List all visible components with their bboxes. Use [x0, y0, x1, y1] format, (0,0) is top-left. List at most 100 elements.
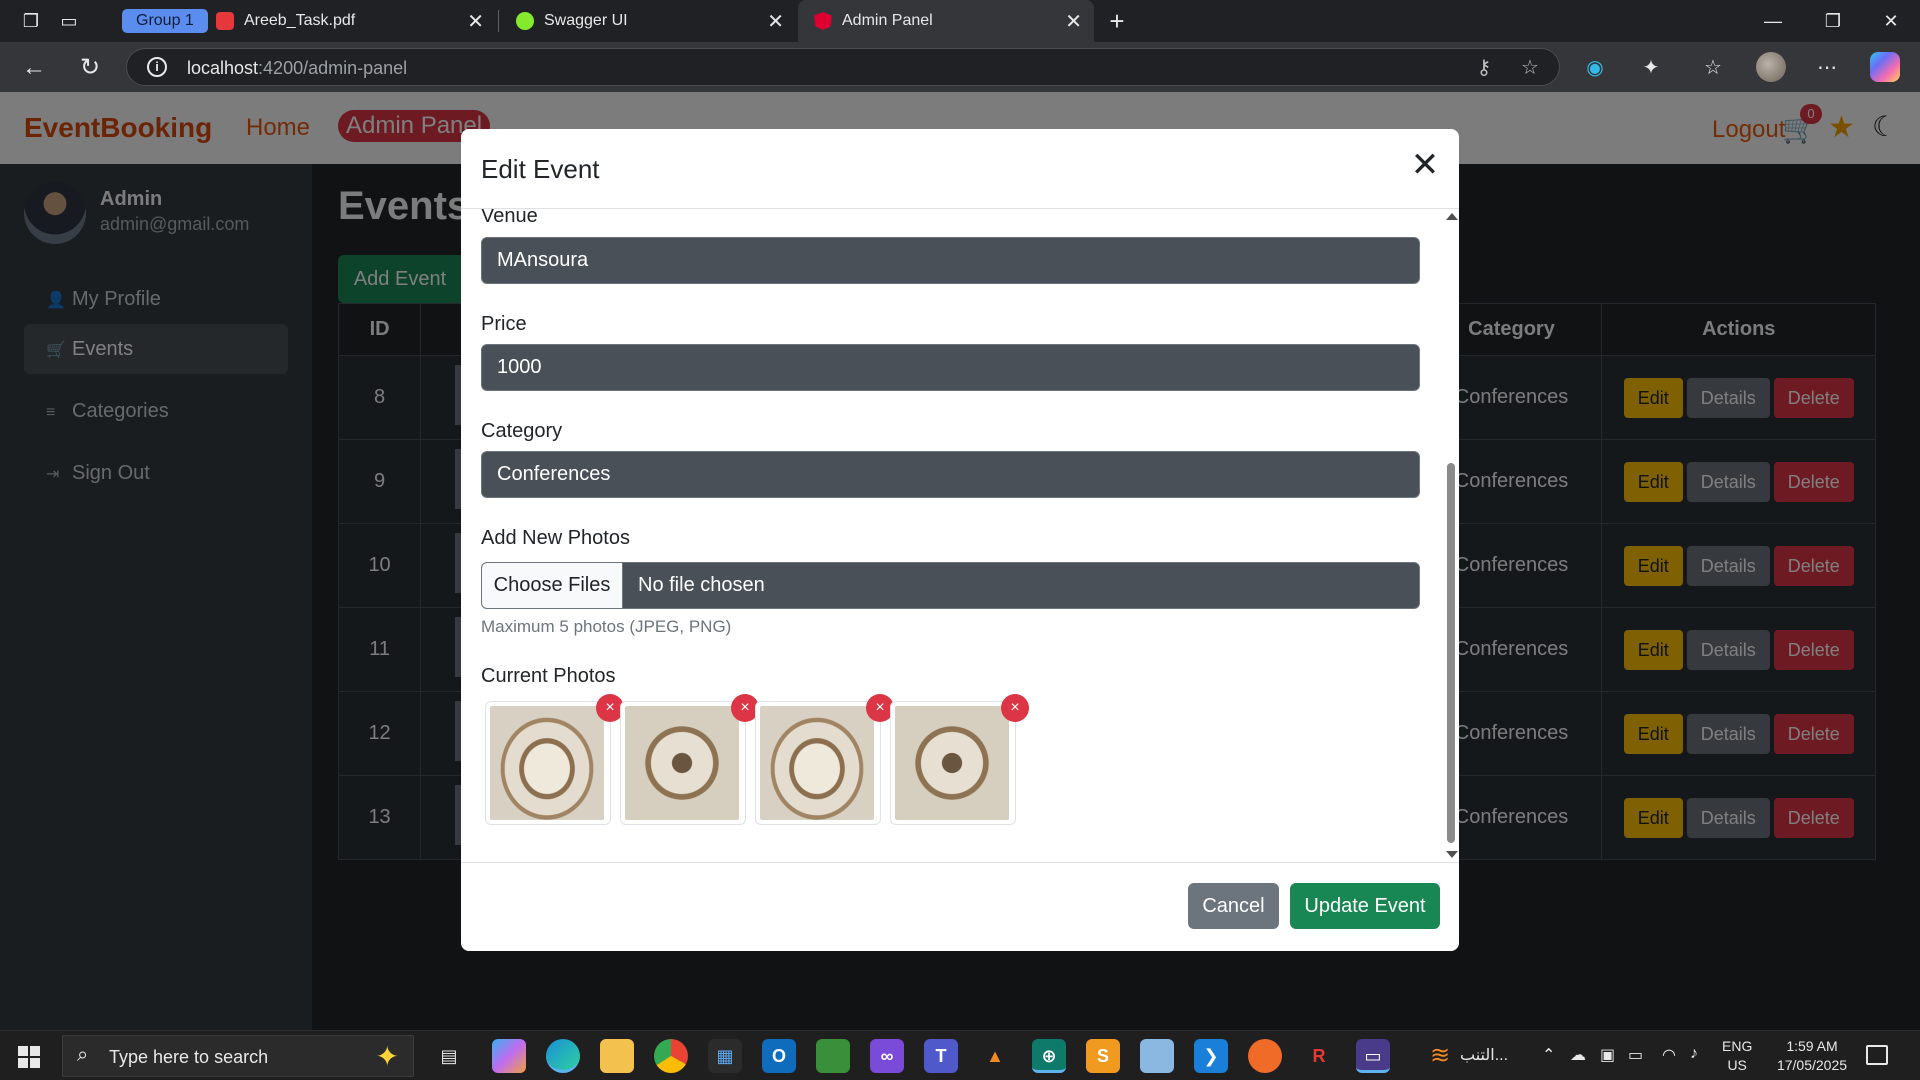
- file-explorer-icon[interactable]: [600, 1039, 634, 1073]
- choose-files-button[interactable]: Choose Files: [482, 563, 623, 608]
- wifi-icon[interactable]: ◠: [1662, 1045, 1676, 1065]
- search-placeholder: Type here to search: [109, 1047, 269, 1067]
- extension-icon[interactable]: ◉: [1580, 53, 1610, 83]
- scroll-thumb[interactable]: [1447, 463, 1455, 843]
- minimize-icon[interactable]: —: [1758, 8, 1788, 34]
- restore-icon[interactable]: ❐: [1818, 8, 1848, 34]
- windows-taskbar: ⌕ Type here to search ✦ ▤ ▦ O ∞ T ▲ ⊕ S …: [0, 1030, 1920, 1080]
- postman-icon[interactable]: [1248, 1039, 1282, 1073]
- close-icon[interactable]: ✕: [1407, 147, 1443, 183]
- tab-swagger-ui[interactable]: Swagger UI ✕: [500, 0, 796, 42]
- weather-text[interactable]: التنب...: [1460, 1045, 1508, 1065]
- modal-body: Venue MAnsoura Price 1000 Category Confe…: [461, 209, 1459, 862]
- copilot-app-icon[interactable]: [492, 1039, 526, 1073]
- current-photo: ×: [620, 694, 759, 825]
- task-view-icon[interactable]: ▤: [432, 1039, 466, 1073]
- url-text: localhost:4200/admin-panel: [187, 58, 408, 78]
- visual-studio-icon[interactable]: ∞: [870, 1039, 904, 1073]
- notifications-icon[interactable]: [1866, 1045, 1888, 1065]
- browser-toolbar: ← ↻ i localhost:4200/admin-panel ⚷ ☆ ◉ ✦…: [0, 42, 1920, 92]
- taskbar-search[interactable]: ⌕ Type here to search ✦: [62, 1035, 414, 1077]
- device-icon[interactable]: ▣: [1600, 1045, 1615, 1065]
- vscode-icon[interactable]: ❯: [1194, 1039, 1228, 1073]
- favorite-star-icon[interactable]: ☆: [1517, 55, 1543, 81]
- copilot-icon[interactable]: [1870, 52, 1900, 82]
- volume-icon[interactable]: ♪: [1690, 1045, 1698, 1063]
- tab-title: Admin Panel: [842, 12, 933, 29]
- notes-app-icon[interactable]: [1140, 1039, 1174, 1073]
- current-photo: ×: [890, 694, 1029, 825]
- site-info-icon[interactable]: i: [147, 57, 167, 77]
- edge-app-icon[interactable]: [546, 1039, 580, 1073]
- modal-header: Edit Event ✕: [461, 129, 1459, 209]
- browser-tab-bar: ❐ ▭ Group 1 Areeb_Task.pdf ✕ Swagger UI …: [0, 0, 1920, 42]
- photo-thumbnail: [490, 706, 604, 820]
- weather-icon[interactable]: ≋: [1430, 1041, 1450, 1070]
- category-label: Category: [481, 420, 563, 442]
- venue-label: Venue: [481, 209, 538, 227]
- close-icon[interactable]: ✕: [767, 9, 784, 34]
- current-photo: ×: [755, 694, 894, 825]
- photo-thumbnail: [625, 706, 739, 820]
- tab-title: Swagger UI: [544, 12, 628, 29]
- onedrive-icon[interactable]: ☁: [1570, 1045, 1586, 1065]
- tab-areeb-task[interactable]: Areeb_Task.pdf ✕: [200, 0, 496, 42]
- workspaces-icon[interactable]: ❐: [18, 8, 44, 34]
- category-select[interactable]: Conferences: [481, 451, 1420, 498]
- photos-app-icon[interactable]: [816, 1039, 850, 1073]
- store-icon[interactable]: ▦: [708, 1039, 742, 1073]
- photos-file-input[interactable]: Choose Files No file chosen: [481, 562, 1420, 609]
- file-status-text: No file chosen: [638, 574, 765, 596]
- close-icon[interactable]: ✕: [1065, 9, 1082, 34]
- swagger-icon: [516, 12, 534, 30]
- tab-actions-icon[interactable]: ▭: [56, 8, 82, 34]
- window-close-icon[interactable]: ✕: [1876, 8, 1906, 34]
- tab-admin-panel[interactable]: Admin Panel ✕: [798, 0, 1094, 42]
- tab-group-badge[interactable]: Group 1: [122, 9, 208, 33]
- key-icon[interactable]: ⚷: [1471, 55, 1497, 81]
- add-photos-label: Add New Photos: [481, 527, 630, 549]
- app-icon[interactable]: R: [1302, 1039, 1336, 1073]
- sparkle-icon: ✦: [375, 1041, 399, 1072]
- price-input[interactable]: 1000: [481, 344, 1420, 391]
- tab-title: Areeb_Task.pdf: [244, 12, 356, 29]
- current-photos-label: Current Photos: [481, 665, 616, 687]
- photo-thumbnail: [760, 706, 874, 820]
- new-tab-icon[interactable]: +: [1104, 8, 1130, 34]
- angular-icon: [814, 12, 832, 30]
- price-label: Price: [481, 313, 527, 335]
- extensions-puzzle-icon[interactable]: ✦: [1636, 53, 1666, 83]
- terminal-icon[interactable]: ▭: [1356, 1039, 1390, 1073]
- scroll-up-arrow[interactable]: [1446, 213, 1458, 220]
- windows-start-icon[interactable]: [18, 1046, 40, 1068]
- edit-event-modal: Edit Event ✕ Venue MAnsoura Price 1000 C…: [461, 129, 1459, 951]
- modal-scrollbar[interactable]: [1442, 209, 1459, 862]
- reload-icon[interactable]: ↻: [76, 54, 104, 82]
- chrome-icon[interactable]: [654, 1039, 688, 1073]
- clock[interactable]: 1:59 AM 17/05/2025: [1766, 1037, 1858, 1075]
- photo-thumbnail: [895, 706, 1009, 820]
- pdf-icon: [216, 12, 234, 30]
- search-icon: ⌕: [77, 1044, 89, 1066]
- address-bar[interactable]: i localhost:4200/admin-panel ⚷ ☆: [126, 48, 1560, 86]
- photos-help-text: Maximum 5 photos (JPEG, PNG): [481, 617, 732, 636]
- profile-avatar[interactable]: [1756, 52, 1786, 82]
- chevron-up-icon[interactable]: ⌃: [1542, 1045, 1555, 1065]
- input-language[interactable]: ENG US: [1722, 1037, 1752, 1075]
- sublime-icon[interactable]: S: [1086, 1039, 1120, 1073]
- favorites-icon[interactable]: ☆: [1698, 53, 1728, 83]
- app-icon[interactable]: ⊕: [1032, 1039, 1066, 1073]
- vlc-icon[interactable]: ▲: [978, 1039, 1012, 1073]
- teams-icon[interactable]: T: [924, 1039, 958, 1073]
- cancel-button[interactable]: Cancel: [1188, 883, 1279, 929]
- update-event-button[interactable]: Update Event: [1290, 883, 1440, 929]
- back-icon[interactable]: ←: [20, 54, 48, 82]
- battery-icon[interactable]: ▭: [1628, 1045, 1643, 1065]
- close-icon[interactable]: ✕: [467, 9, 484, 34]
- scroll-down-arrow[interactable]: [1446, 851, 1458, 858]
- venue-input[interactable]: MAnsoura: [481, 237, 1420, 284]
- remove-photo-button[interactable]: ×: [1001, 694, 1029, 722]
- more-icon[interactable]: ⋯: [1812, 53, 1842, 83]
- outlook-icon[interactable]: O: [762, 1039, 796, 1073]
- modal-title: Edit Event: [481, 154, 600, 184]
